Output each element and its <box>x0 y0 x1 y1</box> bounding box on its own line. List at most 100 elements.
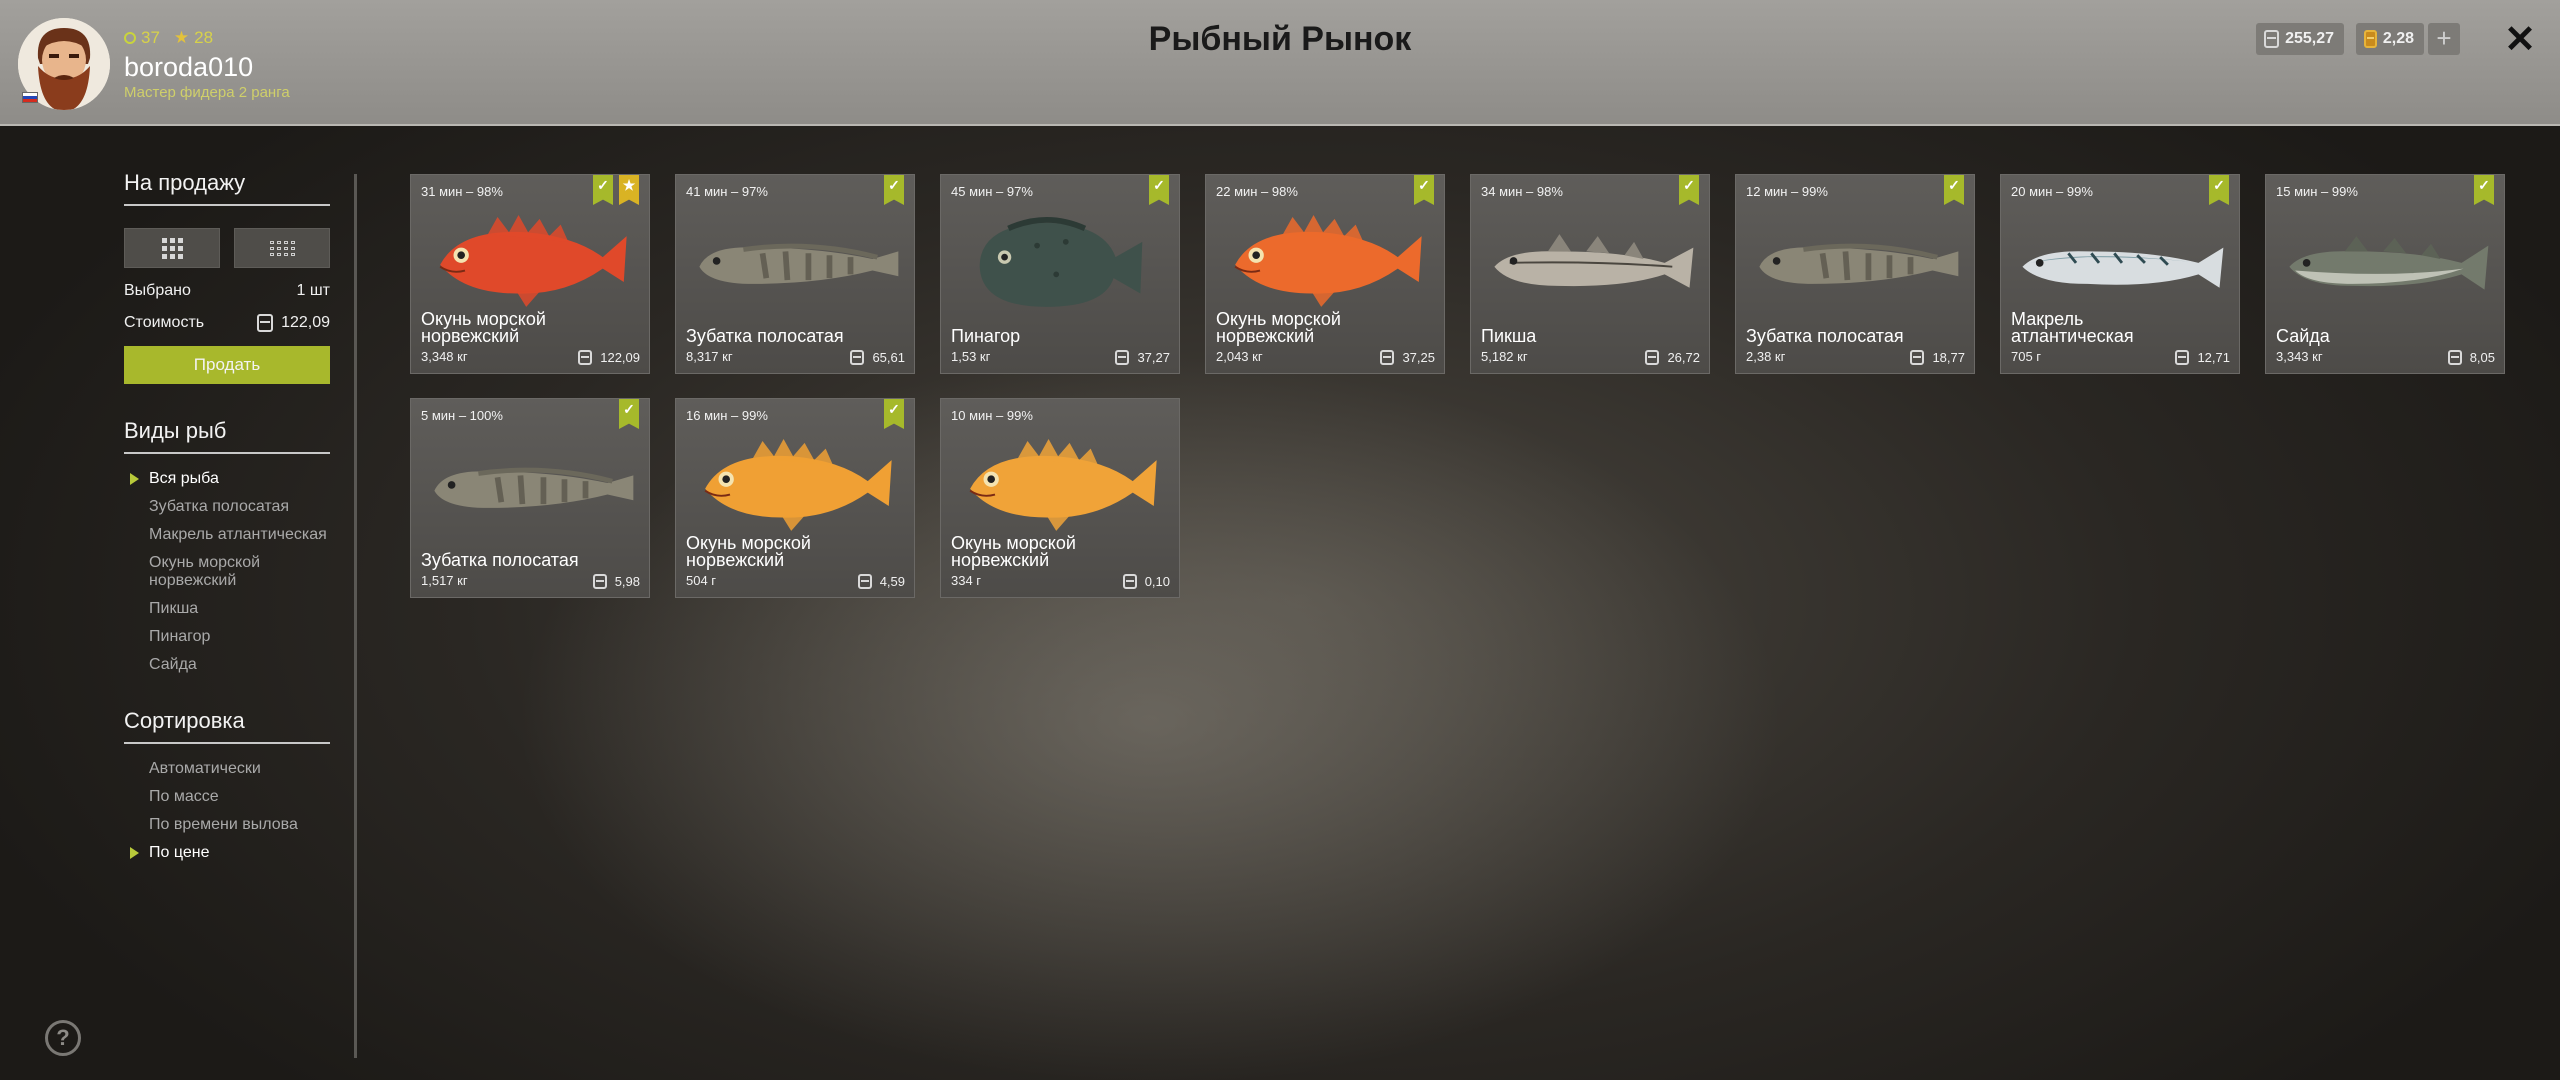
silver-coin-icon <box>1380 350 1395 365</box>
selected-check-icon[interactable]: ✓ <box>593 175 613 205</box>
close-button[interactable]: ✕ <box>2500 20 2540 60</box>
fish-card[interactable]: 15 мин – 99% ✓ Сайда 3,343 кг 8,05 <box>2265 174 2505 374</box>
fish-weight: 3,343 кг <box>2276 349 2323 364</box>
sort-item[interactable]: По цене <box>130 844 330 862</box>
selected-check-icon[interactable]: ✓ <box>1944 175 1964 205</box>
fish-card[interactable]: 20 мин – 99% ✓ Макрель атлантическая 705 г… <box>2000 174 2240 374</box>
selected-check-icon[interactable]: ✓ <box>619 399 639 429</box>
fish-image <box>979 216 1143 307</box>
sort-item[interactable]: Автоматически <box>149 760 330 778</box>
fish-price: 37,27 <box>1115 350 1170 365</box>
fish-price: 0,10 <box>1122 574 1170 589</box>
fish-price-value: 37,25 <box>1402 350 1435 365</box>
catch-time: 41 мин – 97% <box>686 184 768 199</box>
selected-check-icon[interactable]: ✓ <box>1414 175 1434 205</box>
fish-price: 26,72 <box>1645 350 1700 365</box>
fish-price: 65,61 <box>850 350 905 365</box>
fish-weight: 2,38 кг <box>1746 349 1786 364</box>
fish-name: Пинагор <box>951 326 1021 346</box>
fish-price-value: 8,05 <box>2469 350 2495 365</box>
fish-price-value: 0,10 <box>1144 574 1170 589</box>
fish-weight: 705 г <box>2011 349 2042 364</box>
species-section-title: Виды рыб <box>124 408 330 454</box>
fish-card[interactable]: 31 мин – 98% ★ ✓ Окунь морской норвежский 3… <box>410 174 650 374</box>
fish-price: 122,09 <box>578 350 640 365</box>
fish-name: Зубатка полосатая <box>421 550 579 570</box>
fish-price-value: 4,59 <box>879 574 905 589</box>
fish-price-value: 18,77 <box>1932 350 1965 365</box>
species-item[interactable]: Пикша <box>149 600 330 618</box>
fish-price: 4,59 <box>857 574 905 589</box>
silver-coin-icon <box>1122 574 1137 589</box>
sort-item[interactable]: По массе <box>149 788 330 806</box>
fish-price-value: 122,09 <box>600 350 640 365</box>
species-item[interactable]: Макрель атлантическая <box>149 526 330 544</box>
large-grid-view-button[interactable] <box>124 228 220 268</box>
catch-time: 15 мин – 99% <box>2276 184 2358 199</box>
large-grid-icon <box>161 237 183 259</box>
selected-check-icon[interactable]: ✓ <box>884 175 904 205</box>
fish-name: Сайда <box>2276 326 2330 346</box>
fish-name: Окунь морской норвежский <box>951 533 1076 570</box>
selected-value: 1 шт <box>296 282 330 299</box>
top-bar: 37 ★ 28 boroda010 Мастер фидера 2 ранга Р… <box>0 0 2560 126</box>
fish-image <box>434 467 634 508</box>
fish-weight: 334 г <box>951 573 982 588</box>
fish-card[interactable]: 22 мин – 98% ✓ Окунь морской норвежский 2,… <box>1205 174 1445 374</box>
fish-weight: 3,348 кг <box>421 349 468 364</box>
silver-coin-icon <box>592 574 607 589</box>
catch-time: 31 мин – 98% <box>421 184 503 199</box>
fish-weight: 5,182 кг <box>1481 349 1528 364</box>
silver-coin-icon <box>2447 350 2462 365</box>
species-item[interactable]: Окунь морской норвежский <box>149 554 330 590</box>
add-gold-button[interactable]: + <box>2428 23 2460 55</box>
selected-check-icon[interactable]: ✓ <box>1149 175 1169 205</box>
fish-weight: 1,53 кг <box>951 349 991 364</box>
selected-check-icon[interactable]: ✓ <box>2209 175 2229 205</box>
species-item[interactable]: Сайда <box>149 656 330 674</box>
selected-check-icon[interactable]: ✓ <box>1679 175 1699 205</box>
selected-check-icon[interactable]: ✓ <box>2474 175 2494 205</box>
fish-price-value: 37,27 <box>1137 350 1170 365</box>
sell-button[interactable]: Продать <box>124 346 330 384</box>
sort-item[interactable]: По времени вылова <box>149 816 330 834</box>
fish-name: Зубатка полосатая <box>686 326 844 346</box>
gold-value: 2,28 <box>2382 30 2414 47</box>
fish-price: 12,71 <box>2175 350 2230 365</box>
favorite-star-icon[interactable]: ★ <box>619 175 639 205</box>
fish-image <box>1494 234 1694 288</box>
silver-coin-icon <box>1115 350 1130 365</box>
fish-price: 18,77 <box>1910 350 1965 365</box>
fish-weight: 504 г <box>686 573 717 588</box>
sale-section-title: На продажу <box>124 160 330 206</box>
fish-card[interactable]: 45 мин – 97% ✓ Пинагор 1,53 кг 37,27 <box>940 174 1180 374</box>
fish-weight: 8,317 кг <box>686 349 733 364</box>
view-toggles <box>124 228 330 268</box>
fish-name: Окунь морской норвежский <box>686 533 811 570</box>
catch-time: 22 мин – 98% <box>1216 184 1298 199</box>
species-item[interactable]: Зубатка полосатая <box>149 498 330 516</box>
species-item[interactable]: Вся рыба <box>130 470 330 488</box>
fish-card[interactable]: 12 мин – 99% ✓ Зубатка полосатая 2,38 кг 18… <box>1735 174 1975 374</box>
species-item[interactable]: Пинагор <box>149 628 330 646</box>
fish-card[interactable]: 41 мин – 97% ✓ Зубатка полосатая 8,317 кг 6… <box>675 174 915 374</box>
catch-time: 34 мин – 98% <box>1481 184 1563 199</box>
fish-weight: 1,517 кг <box>421 573 468 588</box>
sort-section-title: Сортировка <box>124 698 330 744</box>
silver-coin-icon <box>1910 350 1925 365</box>
help-button[interactable]: ? <box>45 1020 81 1056</box>
fish-card[interactable]: 5 мин – 100% ✓ Зубатка полосатая 1,517 кг 5… <box>410 398 650 598</box>
silver-coin-icon <box>578 350 593 365</box>
selected-check-icon[interactable]: ✓ <box>884 399 904 429</box>
fish-image <box>1234 215 1422 307</box>
fish-card[interactable]: 16 мин – 99% ✓ Окунь морской норвежский 50… <box>675 398 915 598</box>
catch-time: 16 мин – 99% <box>686 408 768 423</box>
fish-price-value: 12,71 <box>2197 350 2230 365</box>
fish-card[interactable]: 10 мин – 99% Окунь морской норвежский 334… <box>940 398 1180 598</box>
selected-label: Выбрано <box>124 282 191 299</box>
gold-balance: 2,28 <box>2356 23 2424 55</box>
sort-option-list: Автоматически По массе По времени вылова По… <box>124 760 330 862</box>
fish-card[interactable]: 34 мин – 98% ✓ Пикша 5,182 кг 26,72 <box>1470 174 1710 374</box>
small-grid-view-button[interactable] <box>234 228 330 268</box>
silver-coin-icon <box>1645 350 1660 365</box>
